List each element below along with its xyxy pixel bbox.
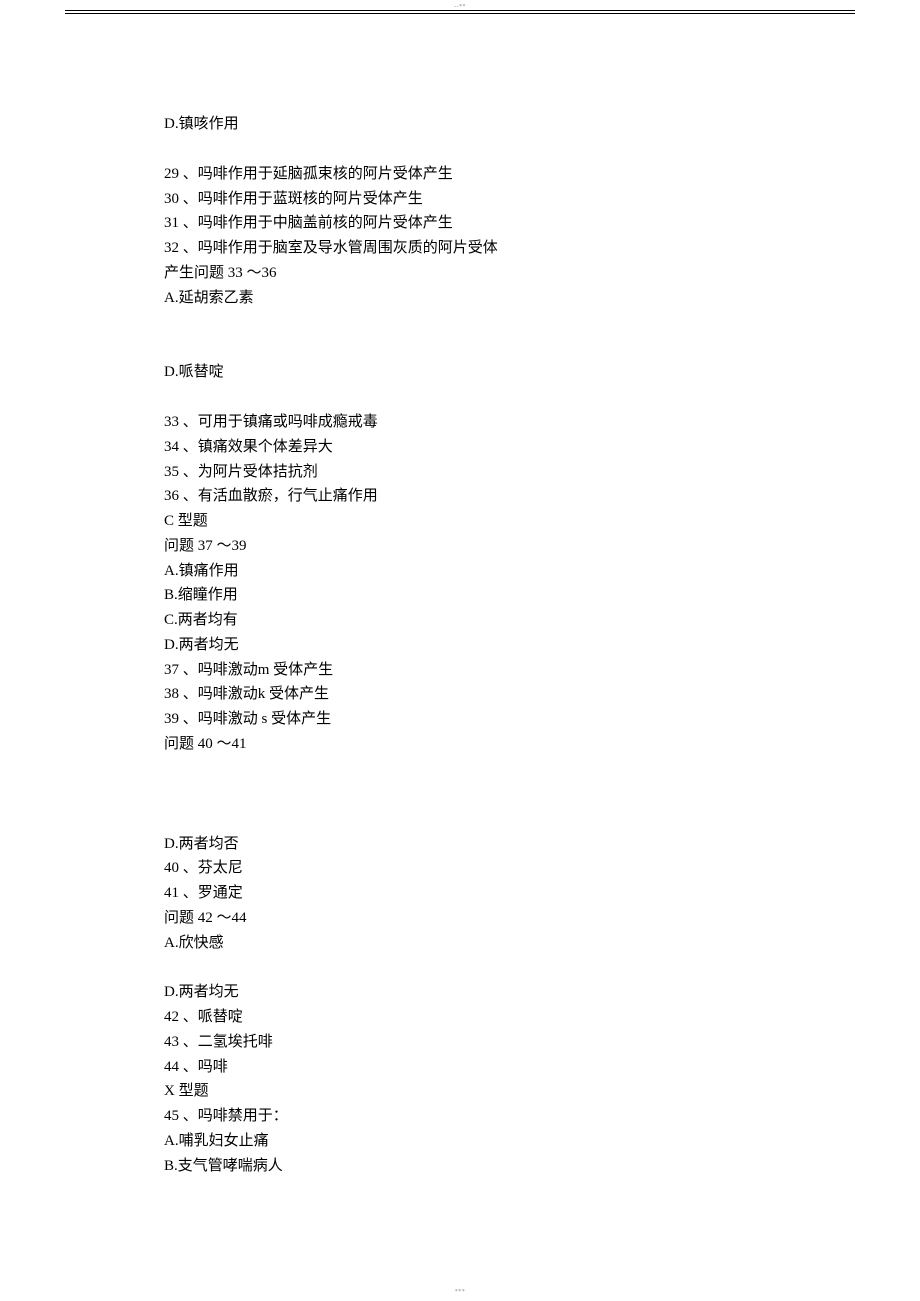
question-range-42-44: 问题 42 ～44 bbox=[164, 906, 764, 931]
option-d-line-5: D.两者均无 bbox=[164, 980, 764, 1005]
question-30: 30 、吗啡作用于蓝斑核的阿片受体产生 bbox=[164, 187, 764, 212]
question-37: 37 、吗啡激动m 受体产生 bbox=[164, 658, 764, 683]
option-a-line-4: A.欣快感 bbox=[164, 931, 764, 956]
question-range-37-39: 问题 37 ～39 bbox=[164, 534, 764, 559]
option-d-line-2: D.哌替啶 bbox=[164, 360, 764, 385]
question-33: 33 、可用于镇痛或吗啡成瘾戒毒 bbox=[164, 410, 764, 435]
option-a-line-3: A.镇痛作用 bbox=[164, 559, 764, 584]
question-44: 44 、吗啡 bbox=[164, 1055, 764, 1080]
question-40: 40 、芬太尼 bbox=[164, 856, 764, 881]
question-32-line1: 32 、吗啡作用于脑室及导水管周围灰质的阿片受体 bbox=[164, 236, 764, 261]
footer-marker: *** bbox=[455, 1289, 466, 1295]
question-range-40-41: 问题 40 ～41 bbox=[164, 732, 764, 757]
question-42: 42 、哌替啶 bbox=[164, 1005, 764, 1030]
question-29: 29 、吗啡作用于延脑孤束核的阿片受体产生 bbox=[164, 162, 764, 187]
option-d-line-4: D.两者均否 bbox=[164, 832, 764, 857]
option-b-line: B.缩瞳作用 bbox=[164, 583, 764, 608]
header-rule-thin bbox=[65, 13, 855, 14]
header-rule-thick bbox=[65, 10, 855, 11]
document-page: --** D.镇咳作用 29 、吗啡作用于延脑孤束核的阿片受体产生 30 、吗啡… bbox=[0, 0, 920, 1301]
question-31: 31 、吗啡作用于中脑盖前核的阿片受体产生 bbox=[164, 211, 764, 236]
question-43: 43 、二氢埃托啡 bbox=[164, 1030, 764, 1055]
option-a-line: A.延胡索乙素 bbox=[164, 286, 764, 311]
question-38: 38 、吗啡激动k 受体产生 bbox=[164, 682, 764, 707]
question-34: 34 、镇痛效果个体差异大 bbox=[164, 435, 764, 460]
option-a-line-5: A.哺乳妇女止痛 bbox=[164, 1129, 764, 1154]
question-36: 36 、有活血散瘀，行气止痛作用 bbox=[164, 484, 764, 509]
option-d-line: D.镇咳作用 bbox=[164, 112, 764, 137]
question-45: 45 、吗啡禁用于： bbox=[164, 1104, 764, 1129]
document-body: D.镇咳作用 29 、吗啡作用于延脑孤束核的阿片受体产生 30 、吗啡作用于蓝斑… bbox=[164, 112, 764, 1178]
section-x-heading: X 型题 bbox=[164, 1079, 764, 1104]
option-d-line-3: D.两者均无 bbox=[164, 633, 764, 658]
question-32-line2: 产生问题 33 ～36 bbox=[164, 261, 764, 286]
question-35: 35 、为阿片受体拮抗剂 bbox=[164, 460, 764, 485]
question-39: 39 、吗啡激动 s 受体产生 bbox=[164, 707, 764, 732]
option-b-line-2: B.支气管哮喘病人 bbox=[164, 1154, 764, 1179]
question-41: 41 、罗通定 bbox=[164, 881, 764, 906]
section-c-heading: C 型题 bbox=[164, 509, 764, 534]
option-c-line: C.两者均有 bbox=[164, 608, 764, 633]
